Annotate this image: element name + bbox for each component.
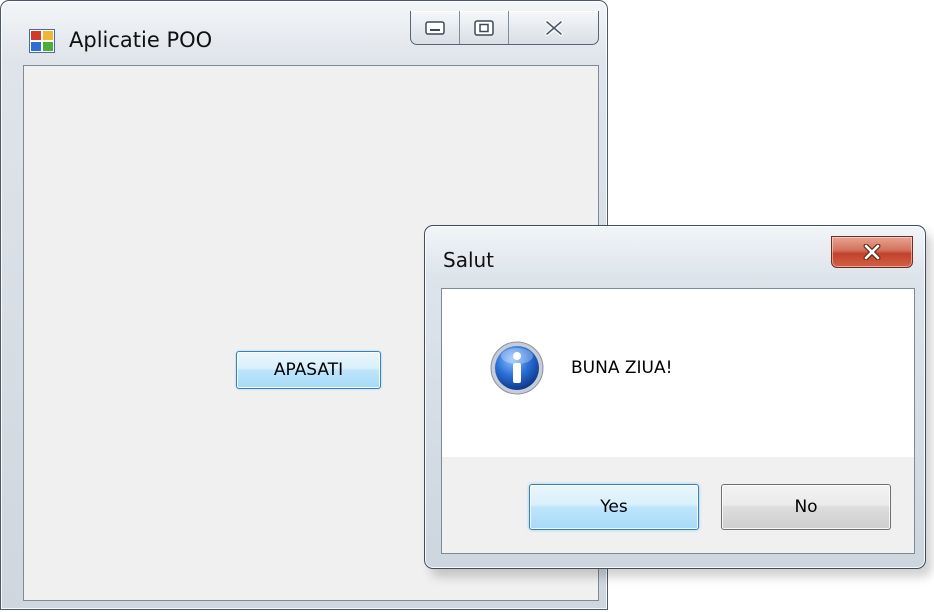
maximize-icon — [474, 19, 494, 36]
desktop: Aplicatie POO APASATI Salut BUNA ZIUA! Y… — [0, 0, 934, 612]
window-title: Aplicatie POO — [69, 28, 213, 52]
message-box: Salut BUNA ZIUA! Yes No — [424, 225, 932, 577]
dialog-client-area: BUNA ZIUA! Yes No — [441, 288, 915, 554]
minimize-icon — [425, 20, 445, 35]
dialog-close-button[interactable] — [831, 236, 913, 268]
dialog-message: BUNA ZIUA! — [571, 358, 673, 378]
form-app-icon — [29, 29, 55, 53]
dialog-title: Salut — [443, 248, 495, 272]
apasati-button[interactable]: APASATI — [236, 351, 381, 389]
minimize-button[interactable] — [411, 11, 460, 44]
yes-button[interactable]: Yes — [529, 484, 699, 530]
close-icon — [544, 19, 563, 36]
maximize-button[interactable] — [460, 11, 509, 44]
no-button[interactable]: No — [721, 484, 891, 530]
information-icon — [490, 341, 544, 395]
message-box-frame: Salut BUNA ZIUA! Yes No — [424, 225, 926, 569]
close-button[interactable] — [509, 11, 598, 44]
dialog-message-area: BUNA ZIUA! — [442, 289, 914, 457]
dialog-button-bar: Yes No — [442, 457, 914, 553]
caption-buttons — [410, 11, 599, 45]
close-icon — [863, 244, 881, 260]
